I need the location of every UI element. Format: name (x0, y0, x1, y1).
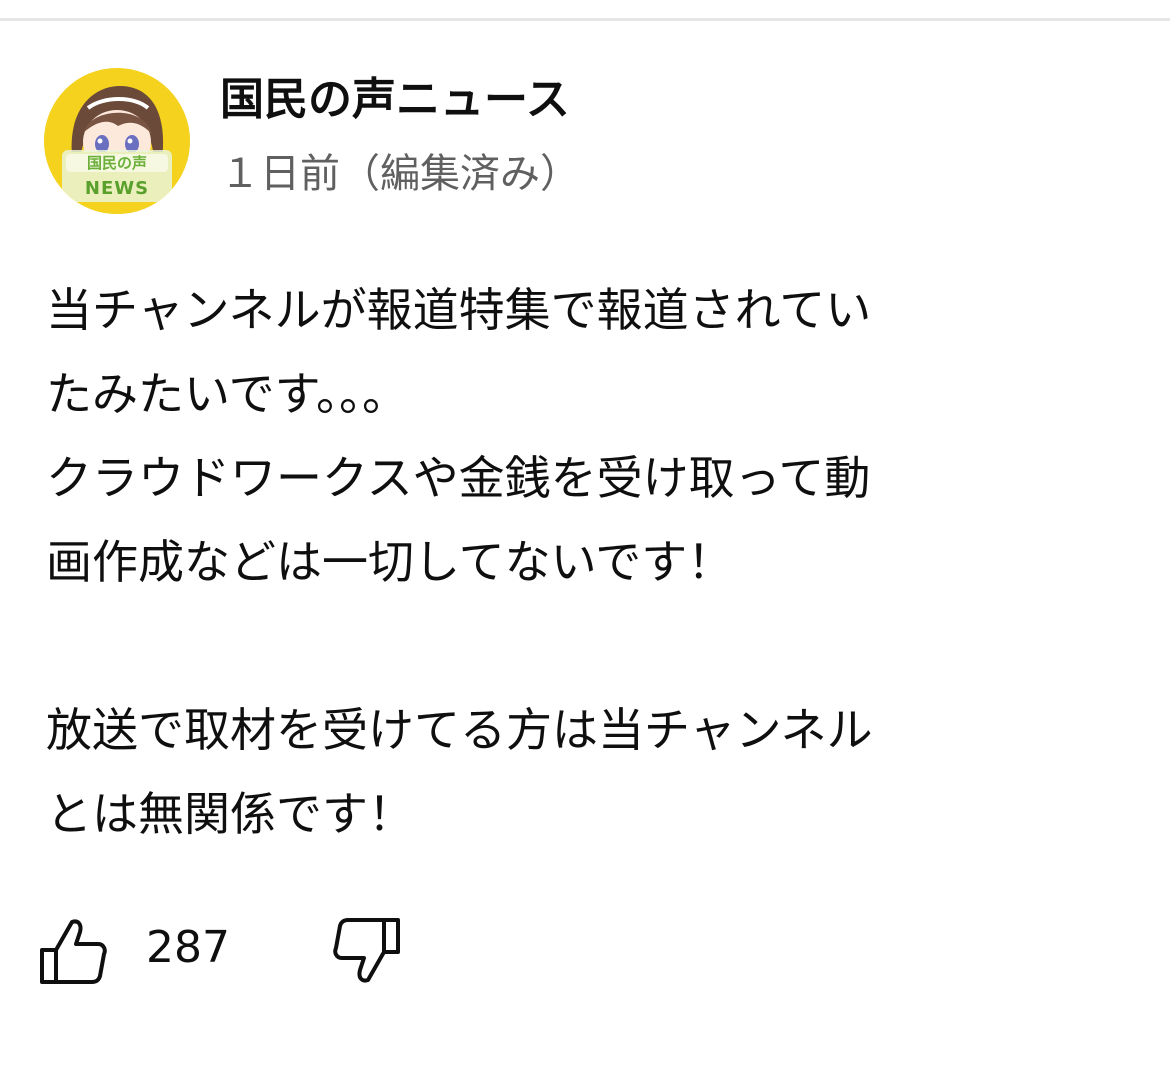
comment-body: 当チャンネルが報道特集で報道されてい たみたいです。。。 クラウドワークスや金銭… (46, 268, 1136, 856)
thumbs-down-icon (333, 918, 400, 983)
comment-line-blank (46, 604, 1136, 688)
comment-line: たみたいです。。。 (46, 367, 409, 421)
top-divider (0, 18, 1170, 21)
like-count: 287 (146, 922, 230, 973)
like-button[interactable] (38, 914, 112, 988)
comment-line: 放送で取材を受けてる方は当チャンネル (46, 703, 873, 757)
channel-avatar[interactable]: 国民の声 NEWS (44, 68, 190, 214)
dislike-button[interactable] (328, 914, 402, 988)
comment-line: クラウドワークスや金銭を受け取って動 (46, 451, 871, 505)
comment-line: とは無関係です！ (46, 787, 414, 841)
post-timestamp: １日前（編集済み） (220, 151, 580, 197)
thumbs-up-icon (40, 919, 107, 984)
author-name[interactable]: 国民の声ニュース (220, 72, 570, 128)
comment-action-bar: 287 (38, 914, 458, 990)
avatar-label: 国民の声 (66, 154, 168, 172)
comment-line: 当チャンネルが報道特集で報道されてい (46, 283, 872, 337)
avatar-sub-label: NEWS (84, 178, 150, 199)
comment-line: 画作成などは一切してないです！ (46, 535, 734, 589)
